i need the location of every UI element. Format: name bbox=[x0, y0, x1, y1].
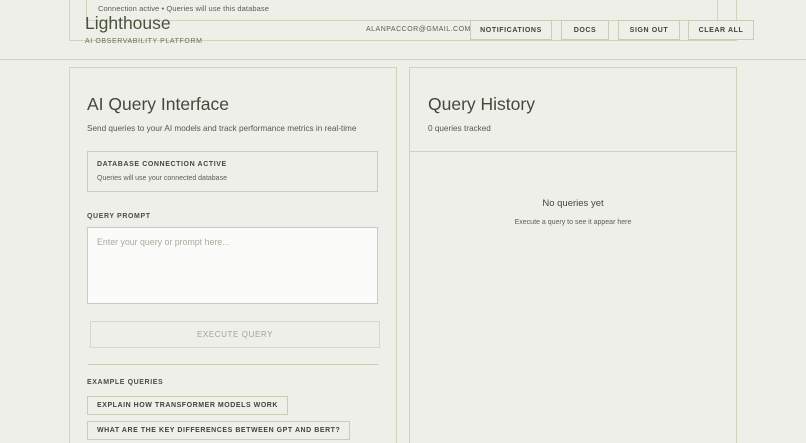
db-status-title: DATABASE CONNECTION ACTIVE bbox=[97, 161, 227, 168]
query-prompt-input[interactable] bbox=[87, 227, 378, 304]
examples-divider bbox=[88, 364, 378, 365]
connection-banner: Connection active • Queries will use thi… bbox=[86, 0, 718, 21]
example-query-button[interactable]: WHAT ARE THE KEY DIFFERENCES BETWEEN GPT… bbox=[87, 421, 351, 440]
header-divider bbox=[0, 59, 806, 60]
history-header-divider bbox=[410, 151, 736, 152]
sign-out-button[interactable]: SIGN OUT bbox=[618, 20, 680, 40]
history-empty-subtitle: Execute a query to see it appear here bbox=[514, 219, 632, 226]
db-status-detail: Queries will use your connected database bbox=[97, 175, 227, 182]
history-panel-title: Query History bbox=[428, 94, 535, 114]
example-query-button[interactable]: EXPLAIN HOW TRANSFORMER MODELS WORK bbox=[87, 396, 289, 415]
clear-all-button[interactable]: CLEAR ALL bbox=[688, 20, 754, 40]
brand-logo[interactable]: Lighthouse bbox=[85, 13, 171, 34]
query-panel-subtitle: Send queries to your AI models and track… bbox=[87, 124, 357, 133]
history-count: 0 queries tracked bbox=[428, 124, 491, 133]
execute-query-button[interactable]: EXECUTE QUERY bbox=[90, 321, 380, 348]
docs-button[interactable]: DOCS bbox=[561, 20, 609, 40]
query-panel-title: AI Query Interface bbox=[87, 94, 230, 114]
user-email: ALANPACCOR@GMAIL.COM bbox=[366, 26, 471, 33]
notifications-button[interactable]: NOTIFICATIONS bbox=[470, 20, 552, 40]
brand-tagline: AI OBSERVABILITY PLATFORM bbox=[85, 38, 203, 45]
header-frame-left bbox=[69, 0, 70, 41]
example-queries-label: EXAMPLE QUERIES bbox=[87, 379, 164, 386]
history-empty-title: No queries yet bbox=[542, 198, 604, 209]
db-connection-status: DATABASE CONNECTION ACTIVE Queries will … bbox=[87, 151, 378, 192]
query-prompt-label: QUERY PROMPT bbox=[87, 213, 151, 220]
